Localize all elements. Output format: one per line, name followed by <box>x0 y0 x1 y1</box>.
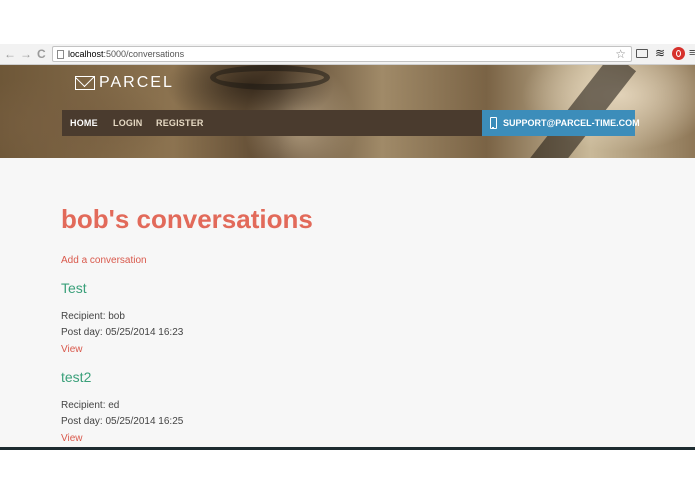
url-path: :5000/conversations <box>103 49 185 59</box>
browser-window: ← → C localhost:5000/conversations ☆ ≋ ≡… <box>0 0 695 494</box>
conversation-title: test2 <box>61 369 92 385</box>
site-logo[interactable]: PARCEL <box>75 74 174 92</box>
page-title: bob's conversations <box>61 204 313 234</box>
page-icon <box>57 50 64 59</box>
support-email: SUPPORT@PARCEL-TIME.COM <box>503 118 640 128</box>
add-conversation-link[interactable]: Add a conversation <box>61 254 147 267</box>
url-text[interactable]: localhost:5000/conversations <box>68 48 184 61</box>
browser-toolbar: ← → C localhost:5000/conversations ☆ ≋ ≡ <box>0 44 695 65</box>
phone-icon <box>490 117 497 129</box>
address-bar[interactable]: localhost:5000/conversations ☆ <box>52 46 632 62</box>
logo-text: PARCEL <box>99 74 174 91</box>
reload-icon[interactable]: C <box>37 47 46 61</box>
layers-extension-icon[interactable]: ≋ <box>654 47 666 59</box>
opera-extension-icon[interactable] <box>672 47 685 60</box>
view-conversation-link[interactable]: View <box>61 343 83 356</box>
conversation-recipient: Recipient: bob <box>61 311 125 322</box>
conversation-recipient: Recipient: ed <box>61 400 120 411</box>
support-contact[interactable]: SUPPORT@PARCEL-TIME.COM <box>482 110 640 136</box>
forward-icon[interactable]: → <box>20 47 32 61</box>
main-navbar: HOME LOGIN REGISTER <box>62 110 482 136</box>
url-host: localhost <box>68 49 104 59</box>
hero-banner: PARCEL HOME LOGIN REGISTER SUPPORT@PARCE… <box>0 65 695 158</box>
view-conversation-link[interactable]: View <box>61 432 83 445</box>
nav-login[interactable]: LOGIN <box>113 118 143 129</box>
envelope-icon <box>75 76 95 90</box>
back-icon[interactable]: ← <box>4 47 16 61</box>
nav-register[interactable]: REGISTER <box>156 118 204 129</box>
cast-icon[interactable] <box>636 49 648 58</box>
footer-edge <box>0 447 695 450</box>
conversation-title: Test <box>61 280 87 296</box>
bookmark-star-icon[interactable]: ☆ <box>615 47 626 61</box>
conversation-post-day: Post day: 05/25/2014 16:23 <box>61 327 184 338</box>
menu-icon[interactable]: ≡ <box>689 47 695 59</box>
main-content: bob's conversations Add a conversation T… <box>0 158 695 447</box>
conversation-post-day: Post day: 05/25/2014 16:25 <box>61 416 184 427</box>
hero-jar-rim <box>210 65 330 90</box>
nav-home[interactable]: HOME <box>70 118 98 129</box>
